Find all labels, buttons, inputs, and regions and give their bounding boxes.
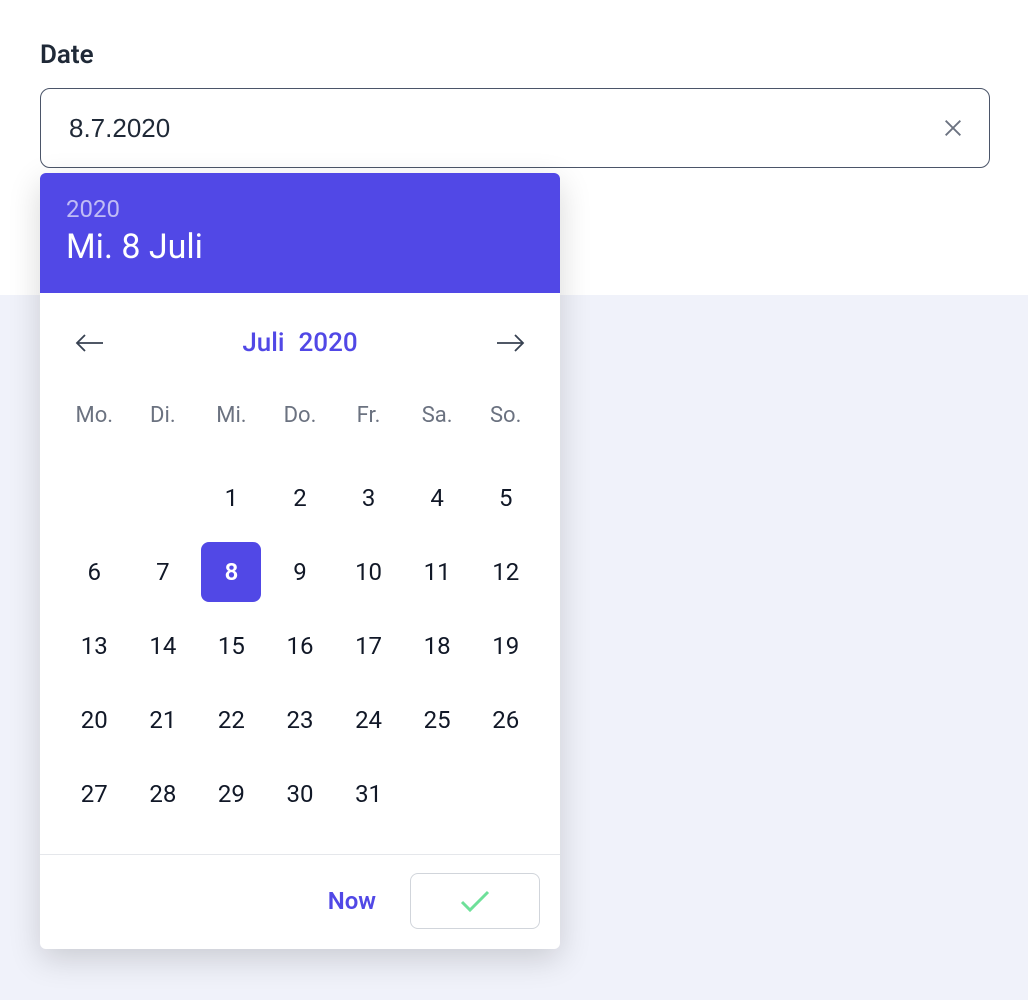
datepicker-selected-date[interactable]: Mi. 8 Juli [66,227,534,267]
calendar-day[interactable]: 11 [407,542,467,602]
calendar-day[interactable]: 30 [270,764,330,824]
calendar-day[interactable]: 1 [201,468,261,528]
calendar-day[interactable]: 31 [339,764,399,824]
arrow-left-icon [75,333,105,353]
prev-month-button[interactable] [70,323,110,363]
arrow-right-icon [495,333,525,353]
datepicker-grid: Mo.Di.Mi.Do.Fr.Sa.So.1234567891011121314… [40,383,560,854]
datepicker-month-year: Juli 2020 [242,328,357,358]
calendar-day[interactable]: 2 [270,468,330,528]
calendar-day[interactable]: 5 [476,468,536,528]
now-button[interactable]: Now [318,875,386,927]
datepicker-footer: Now [40,854,560,949]
weekday-header: Mo. [60,393,129,454]
calendar-day[interactable]: 15 [201,616,261,676]
calendar-day[interactable]: 9 [270,542,330,602]
weekday-header: Di. [129,393,198,454]
calendar-day[interactable]: 3 [339,468,399,528]
calendar-day[interactable]: 23 [270,690,330,750]
weekday-header: So. [471,393,540,454]
datepicker-year[interactable]: 2020 [66,195,534,223]
calendar-day[interactable]: 21 [133,690,193,750]
calendar-empty-cell [133,468,193,528]
clear-button[interactable] [938,113,968,143]
date-field-container: Date 2020 Mi. 8 Juli Juli 2020 [0,0,1028,208]
calendar-day[interactable]: 17 [339,616,399,676]
calendar-day[interactable]: 12 [476,542,536,602]
calendar-day[interactable]: 27 [64,764,124,824]
calendar-day[interactable]: 25 [407,690,467,750]
datepicker-popup: 2020 Mi. 8 Juli Juli 2020 Mo.Di.Mi. [40,173,560,949]
confirm-button[interactable] [410,873,540,929]
weekday-header: Do. [266,393,335,454]
calendar-day[interactable]: 10 [339,542,399,602]
date-input-wrapper [40,88,990,168]
date-field-label: Date [40,40,988,70]
calendar-empty-cell [64,468,124,528]
datepicker-nav: Juli 2020 [40,293,560,383]
datepicker-year-select[interactable]: 2020 [299,328,358,358]
calendar-day[interactable]: 6 [64,542,124,602]
calendar-day[interactable]: 26 [476,690,536,750]
check-icon [459,889,491,913]
close-icon [942,117,964,139]
calendar-day[interactable]: 24 [339,690,399,750]
calendar-day[interactable]: 16 [270,616,330,676]
next-month-button[interactable] [490,323,530,363]
calendar-day[interactable]: 19 [476,616,536,676]
calendar-day[interactable]: 20 [64,690,124,750]
calendar-day[interactable]: 8 [201,542,261,602]
calendar-day[interactable]: 29 [201,764,261,824]
datepicker-header: 2020 Mi. 8 Juli [40,173,560,293]
weekday-header: Mi. [197,393,266,454]
weekday-header: Fr. [334,393,403,454]
calendar-day[interactable]: 18 [407,616,467,676]
calendar-day[interactable]: 13 [64,616,124,676]
calendar-day[interactable]: 28 [133,764,193,824]
weekday-header: Sa. [403,393,472,454]
date-input[interactable] [40,88,990,168]
calendar-day[interactable]: 22 [201,690,261,750]
datepicker-month-select[interactable]: Juli [242,328,284,358]
calendar-day[interactable]: 4 [407,468,467,528]
calendar-day[interactable]: 14 [133,616,193,676]
calendar-day[interactable]: 7 [133,542,193,602]
